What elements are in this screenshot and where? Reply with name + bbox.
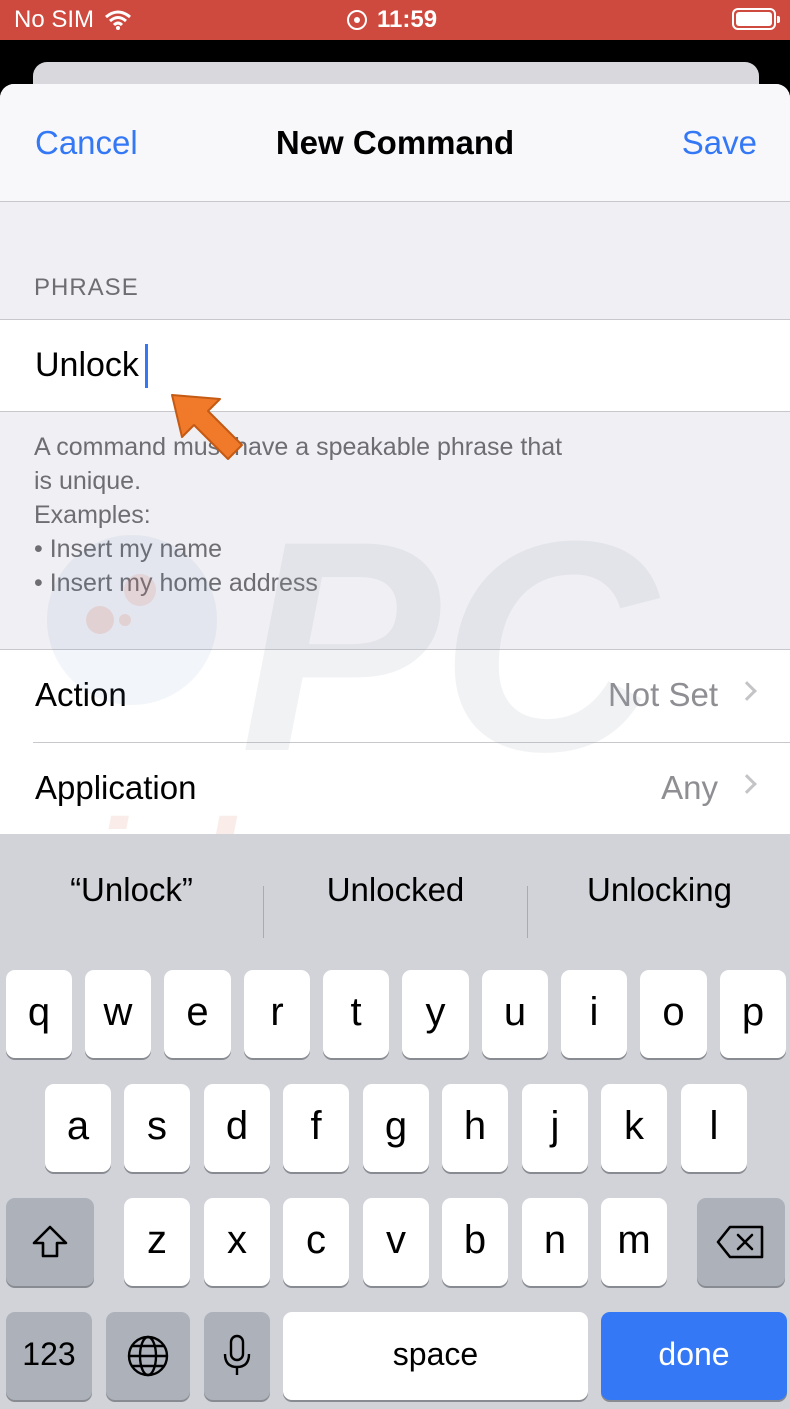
key-m[interactable]: m bbox=[601, 1198, 667, 1286]
phrase-input[interactable]: Unlock bbox=[0, 319, 790, 412]
phrase-section-header: PHRASE bbox=[34, 274, 139, 301]
key-y[interactable]: y bbox=[402, 970, 469, 1058]
backspace-icon bbox=[716, 1225, 764, 1259]
key-o[interactable]: o bbox=[640, 970, 707, 1058]
carrier-label: No SIM bbox=[14, 6, 95, 33]
key-x[interactable]: x bbox=[204, 1198, 270, 1286]
numbers-key[interactable]: 123 bbox=[6, 1312, 92, 1400]
key-s[interactable]: s bbox=[124, 1084, 190, 1172]
key-p[interactable]: p bbox=[720, 970, 786, 1058]
chevron-right-icon bbox=[737, 681, 757, 701]
footer-line: A command must have a speakable phrase t… bbox=[34, 433, 563, 461]
battery-icon bbox=[732, 8, 780, 30]
key-f[interactable]: f bbox=[283, 1084, 349, 1172]
key-i[interactable]: i bbox=[561, 970, 627, 1058]
shift-key[interactable] bbox=[6, 1198, 94, 1286]
footer-line: • Insert my name bbox=[34, 535, 222, 563]
key-v[interactable]: v bbox=[363, 1198, 429, 1286]
footer-line: Examples: bbox=[34, 501, 151, 529]
key-n[interactable]: n bbox=[522, 1198, 588, 1286]
keyboard: “Unlock” Unlocked Unlocking q w e r t y … bbox=[0, 834, 790, 1409]
done-key[interactable]: done bbox=[601, 1312, 787, 1400]
footer-line: is unique. bbox=[34, 467, 142, 495]
key-c[interactable]: c bbox=[283, 1198, 349, 1286]
key-l[interactable]: l bbox=[681, 1084, 747, 1172]
application-row[interactable]: Application Any bbox=[0, 743, 790, 836]
key-g[interactable]: g bbox=[363, 1084, 429, 1172]
settings-group: Action Not Set Application Any bbox=[0, 649, 790, 839]
key-u[interactable]: u bbox=[482, 970, 548, 1058]
key-k[interactable]: k bbox=[601, 1084, 667, 1172]
key-j[interactable]: j bbox=[522, 1084, 588, 1172]
globe-key[interactable] bbox=[106, 1312, 190, 1400]
status-right bbox=[732, 8, 780, 30]
suggestion-item[interactable]: “Unlock” bbox=[0, 871, 263, 909]
key-e[interactable]: e bbox=[164, 970, 231, 1058]
phrase-footer: A command must have a speakable phrase t… bbox=[34, 430, 674, 600]
suggestion-item[interactable]: Unlocking bbox=[528, 871, 790, 909]
delete-key[interactable] bbox=[697, 1198, 785, 1286]
navigation-bar: Cancel New Command Save bbox=[0, 84, 790, 202]
suggestion-item[interactable]: Unlocked bbox=[264, 871, 527, 909]
action-label: Action bbox=[35, 676, 127, 713]
globe-icon bbox=[127, 1335, 169, 1377]
application-value: Any bbox=[661, 769, 718, 806]
application-label: Application bbox=[35, 769, 197, 806]
dictation-key[interactable] bbox=[204, 1312, 270, 1400]
footer-line: • Insert my home address bbox=[34, 569, 318, 597]
time-label: 11:59 bbox=[377, 6, 438, 33]
action-row[interactable]: Action Not Set bbox=[0, 650, 790, 743]
key-r[interactable]: r bbox=[244, 970, 310, 1058]
phrase-value[interactable]: Unlock bbox=[35, 346, 139, 385]
page-title: New Command bbox=[275, 124, 515, 161]
screen-lock-icon bbox=[347, 10, 367, 30]
wifi-icon bbox=[105, 10, 131, 30]
key-z[interactable]: z bbox=[124, 1198, 190, 1286]
key-a[interactable]: a bbox=[45, 1084, 111, 1172]
suggestion-bar: “Unlock” Unlocked Unlocking bbox=[0, 834, 790, 938]
text-cursor bbox=[145, 344, 148, 388]
key-b[interactable]: b bbox=[442, 1198, 508, 1286]
action-value: Not Set bbox=[607, 676, 718, 713]
save-button[interactable]: Save bbox=[682, 124, 757, 162]
status-left: No SIM bbox=[14, 6, 132, 34]
key-q[interactable]: q bbox=[6, 970, 72, 1058]
space-key[interactable]: space bbox=[283, 1312, 588, 1400]
shift-icon bbox=[32, 1225, 68, 1258]
chevron-right-icon bbox=[737, 774, 757, 794]
status-bar: No SIM 11:59 bbox=[0, 0, 790, 40]
microphone-icon bbox=[223, 1334, 251, 1375]
status-center: 11:59 bbox=[347, 6, 437, 34]
key-t[interactable]: t bbox=[323, 970, 389, 1058]
key-d[interactable]: d bbox=[204, 1084, 270, 1172]
key-h[interactable]: h bbox=[442, 1084, 508, 1172]
pointer-arrow-icon bbox=[171, 394, 243, 460]
key-w[interactable]: w bbox=[85, 970, 151, 1058]
